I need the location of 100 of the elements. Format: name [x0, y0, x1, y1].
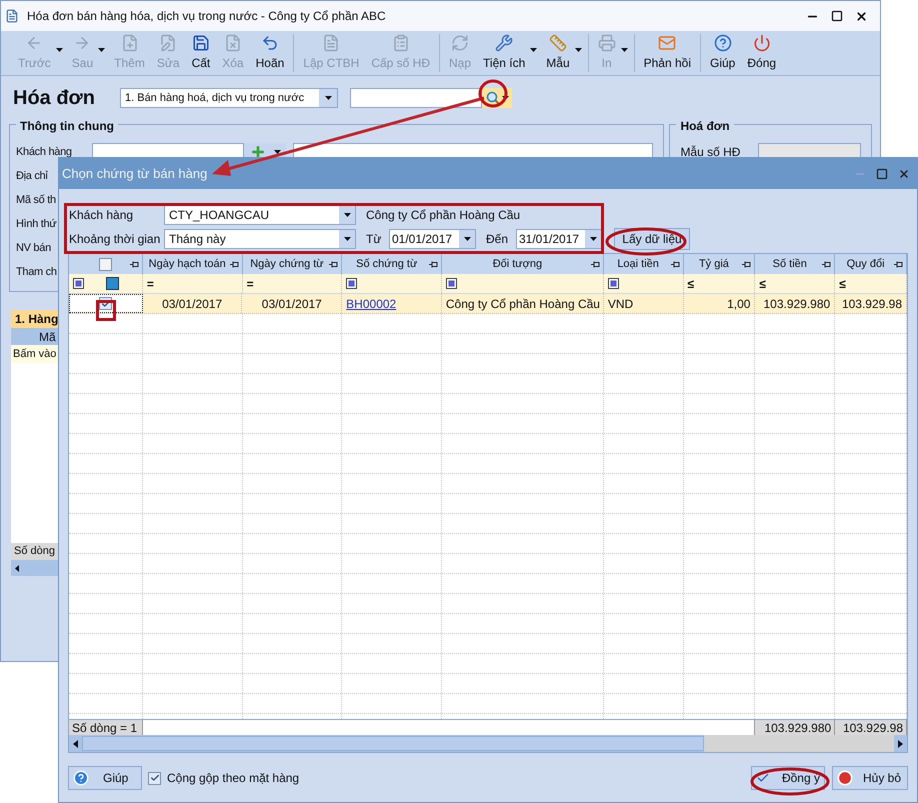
table-hint: Bấm vào: [13, 346, 56, 362]
field-label: Mã số th: [16, 192, 56, 208]
dropdown-arrow-icon: [344, 237, 350, 241]
cancel-icon: [837, 770, 853, 786]
toolbar-button[interactable]: Cất: [188, 34, 214, 72]
table-cell-text: 1,00: [727, 296, 750, 312]
filter-square-icon[interactable]: [346, 278, 358, 289]
table-cell-text: 03/01/2017: [262, 296, 322, 312]
filter-square-icon[interactable]: [446, 278, 458, 289]
pin-icon[interactable]: [822, 260, 832, 268]
customer-name: Công ty Cổ phần Hoàng Cầu: [366, 207, 520, 224]
toolbar-button[interactable]: Mẫu: [543, 34, 573, 72]
window-title: Hóa đơn bán hàng hóa, dịch vụ trong nước - Công ty Cổ phần ABC: [27, 8, 386, 25]
toolbar-button[interactable]: Tiện ích: [480, 34, 528, 72]
select-all-checkbox[interactable]: [98, 258, 112, 270]
app-icon: [5, 9, 19, 23]
pin-icon[interactable]: [742, 260, 752, 268]
add-icon[interactable]: [250, 144, 266, 160]
dropdown-arrow-icon: [344, 213, 350, 217]
voucher-link[interactable]: BH00002: [346, 294, 396, 312]
pin-icon[interactable]: [130, 260, 139, 268]
dropdown-arrow-icon: [590, 237, 596, 241]
field-label: Từ: [366, 231, 382, 248]
cancel-button[interactable]: Hủy bỏ: [832, 766, 908, 790]
date-from-field[interactable]: 01/01/2017: [389, 229, 476, 249]
field-label: Khách hàng: [69, 207, 134, 224]
toolbar-button[interactable]: Giúp: [707, 34, 738, 72]
reload-icon: [451, 34, 470, 52]
merge-checkbox[interactable]: [148, 772, 161, 784]
search-icon: [486, 91, 500, 105]
dialog-title: Chọn chứng từ bán hàng: [62, 164, 208, 183]
dropdown-arrow-icon: [502, 96, 508, 100]
search-field[interactable]: [350, 88, 482, 108]
pin-icon[interactable]: [429, 260, 438, 268]
pin-icon[interactable]: [590, 260, 600, 268]
list-icon: [392, 34, 410, 52]
toolbar-button[interactable]: Hoãn: [252, 34, 288, 72]
filter-square-icon[interactable]: [608, 278, 619, 289]
maximize-icon[interactable]: [831, 10, 843, 22]
checkbox-label: Cộng gộp theo mặt hàng: [167, 770, 300, 787]
total-cell: 103.929.98: [842, 720, 904, 735]
date-to-field[interactable]: 31/01/2017: [516, 229, 602, 249]
filter-operator[interactable]: =: [246, 274, 261, 292]
customer-combo[interactable]: CTY_HOANGCAU: [164, 205, 356, 225]
file-edit-icon: [159, 34, 178, 52]
field-label: Hình thứ: [16, 216, 56, 232]
help-button[interactable]: Giúp: [68, 766, 142, 790]
help-icon: [714, 34, 732, 52]
filter-square-icon[interactable]: [73, 278, 84, 289]
dropdown-arrow-icon[interactable]: [530, 48, 538, 52]
field-label: Tham ch: [16, 264, 57, 280]
form-title: Hóa đơn: [13, 86, 96, 111]
toolbar-button[interactable]: Phản hồi: [640, 34, 694, 72]
pin-icon[interactable]: [230, 260, 239, 268]
scroll-left-icon[interactable]: [73, 740, 78, 748]
filter-toggle-icon[interactable]: [106, 277, 119, 290]
filter-operator[interactable]: ≤: [759, 274, 774, 292]
dropdown-arrow-icon: [324, 96, 332, 100]
toolbar-button[interactable]: Đóng: [744, 34, 780, 72]
field-label: Mẫu số HĐ: [680, 144, 740, 161]
period-combo[interactable]: Tháng này: [164, 229, 356, 249]
undo-icon: [260, 34, 279, 52]
tools-icon: [495, 34, 514, 52]
scroll-left-icon[interactable]: [15, 564, 19, 572]
pin-icon[interactable]: [329, 260, 338, 268]
dropdown-arrow-icon: [464, 237, 470, 241]
power-icon: [752, 34, 771, 52]
table-cell-text: VND: [608, 296, 634, 312]
filter-operator[interactable]: ≤: [839, 274, 854, 292]
highlight-ellipse: [478, 79, 508, 108]
dropdown-arrow-icon[interactable]: [574, 48, 582, 52]
field-label: Khoảng thời gian: [69, 231, 162, 248]
invoice-type-combo[interactable]: 1. Bán hàng hoá, dịch vụ trong nước: [120, 88, 338, 108]
filter-operator[interactable]: =: [146, 274, 161, 292]
field-label: Khách hàng: [16, 144, 72, 160]
scroll-right-icon[interactable]: [898, 740, 903, 748]
file-delete-icon: [224, 34, 242, 52]
pin-icon[interactable]: [670, 260, 680, 268]
table-cell-text: 103.929.98: [842, 296, 902, 312]
field-label: Địa chỉ: [16, 168, 48, 184]
ruler-icon: [548, 34, 567, 52]
table-cell-text: 103.929.980: [763, 296, 830, 312]
total-cell: 103.929.980: [764, 720, 832, 735]
close-icon[interactable]: [855, 10, 868, 22]
field-label: NV bán: [16, 240, 51, 256]
dropdown-arrow-icon: [274, 150, 281, 154]
scrollbar-thumb[interactable]: [82, 736, 704, 751]
focused-cell[interactable]: [69, 294, 143, 313]
table-cell-text: 03/01/2017: [162, 296, 222, 312]
highlight-frame: [96, 300, 116, 321]
table-cell-text: Công ty Cổ phần Hoàng Cầu: [446, 296, 600, 312]
pin-icon[interactable]: [894, 260, 904, 268]
save-icon: [192, 34, 210, 52]
check-icon: [150, 773, 160, 783]
field-label: Đến: [486, 231, 510, 248]
filter-operator[interactable]: ≤: [688, 274, 702, 292]
help-icon: [73, 770, 89, 786]
row-count: Số dòng: [14, 544, 55, 560]
document-icon: [322, 34, 340, 52]
row-count: Số dòng = 1: [72, 720, 138, 736]
